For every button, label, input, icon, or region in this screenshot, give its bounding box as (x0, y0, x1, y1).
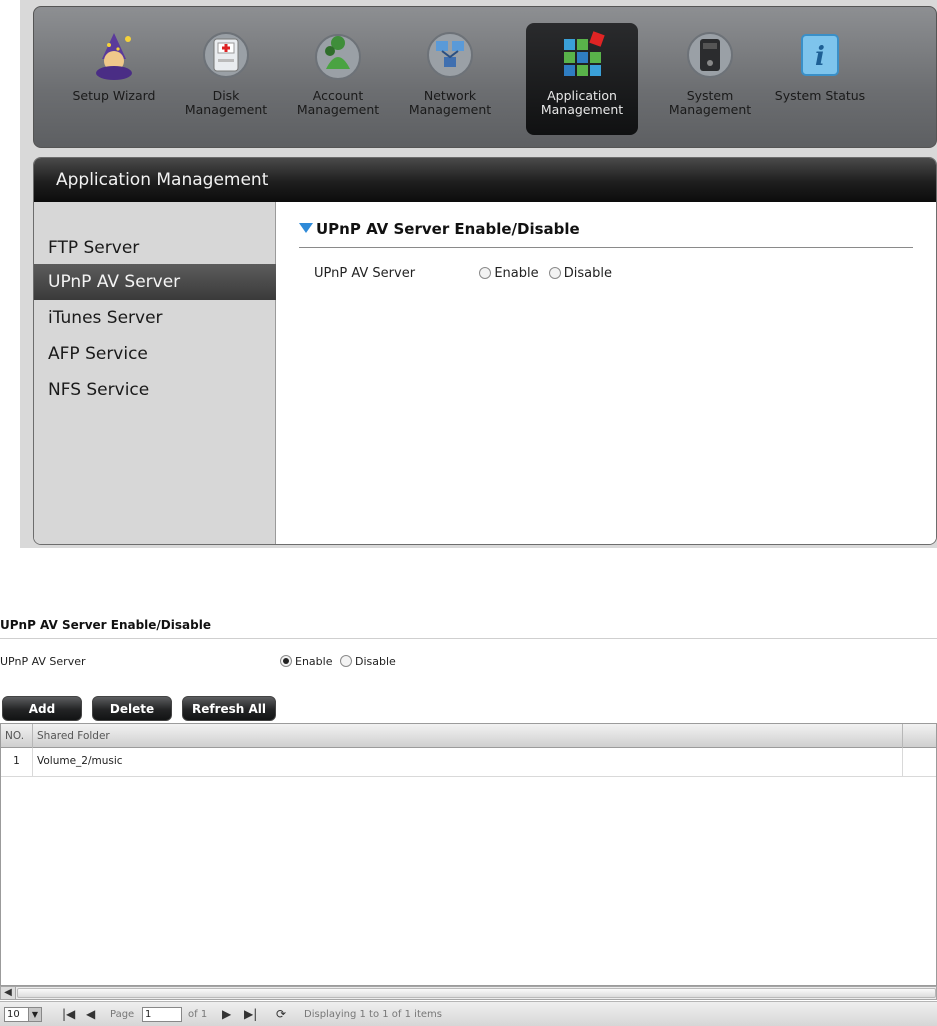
toolbar-label: Network Management (408, 88, 492, 117)
toolbar-item-network-management[interactable]: Network Management (394, 23, 506, 135)
panel-header: Application Management (34, 158, 936, 202)
table-header: NO. Shared Folder (1, 724, 936, 748)
divider (0, 638, 937, 639)
add-button[interactable]: Add (2, 696, 82, 721)
shared-folder-table: NO. Shared Folder 1 Volume_2/music (0, 723, 937, 986)
toolbar-label: Account Management (296, 88, 380, 117)
toolbar-label: Setup Wizard (72, 88, 156, 103)
svg-text:i: i (815, 42, 825, 72)
row-no-cell: 1 (1, 748, 33, 777)
info-icon: i (801, 34, 839, 76)
wizard-icon (96, 33, 132, 80)
toolbar-item-system-management[interactable]: System Management (654, 23, 766, 135)
page-size-value: 10 (7, 1009, 20, 1020)
application-icon (564, 31, 605, 76)
toolbar-item-account-management[interactable]: Account Management (282, 23, 394, 135)
delete-button[interactable]: Delete (92, 696, 172, 721)
first-page-icon[interactable]: |◀ (62, 1007, 75, 1021)
last-page-icon[interactable]: ▶| (244, 1007, 257, 1021)
toolbar-label: System Management (668, 88, 752, 117)
page-number-input[interactable]: 1 (142, 1007, 182, 1022)
detail-field-label: UPnP AV Server (0, 655, 86, 668)
scroll-thumb[interactable] (17, 988, 936, 998)
row-folder-cell: Volume_2/music (33, 748, 903, 777)
field-label: UPnP AV Server (314, 266, 416, 281)
detail-section-title: UPnP AV Server Enable/Disable (0, 618, 211, 632)
table-row[interactable]: 1 Volume_2/music (1, 748, 936, 777)
section-title-text: UPnP AV Server Enable/Disable (316, 220, 580, 238)
disable-radio[interactable] (548, 267, 561, 279)
section-title[interactable]: UPnP AV Server Enable/Disable (299, 220, 913, 248)
enable-label: Enable (494, 266, 539, 281)
enable-radio[interactable] (479, 267, 492, 279)
page-of-label: of 1 (188, 1009, 208, 1020)
side-menu: FTP Server UPnP AV Server iTunes Server … (34, 202, 276, 544)
menu-item-ftp-server[interactable]: FTP Server (34, 230, 276, 266)
toolbar-item-disk-management[interactable]: Disk Management (170, 23, 282, 135)
collapse-triangle-icon (299, 223, 313, 233)
table-pager: 10 ▼ |◀ ◀ Page 1 of 1 ▶ ▶| ⟳ Displaying … (0, 1001, 937, 1026)
network-icon (427, 32, 473, 78)
main-toolbar: Setup Wizard Disk Management Account Man… (33, 6, 937, 148)
disable-label: Disable (563, 266, 612, 281)
refresh-icon[interactable]: ⟳ (276, 1007, 286, 1021)
system-icon (687, 32, 733, 78)
upnp-field-row: UPnP AV Server Enable Disable (314, 266, 612, 281)
detail-disable-radio[interactable] (339, 655, 352, 667)
detail-disable-label: Disable (354, 655, 396, 668)
nas-admin-screenshot: Setup Wizard Disk Management Account Man… (20, 0, 937, 548)
toolbar-item-setup-wizard[interactable]: Setup Wizard (58, 23, 170, 135)
panel-content: UPnP AV Server Enable/Disable UPnP AV Se… (277, 202, 936, 544)
menu-item-afp-service[interactable]: AFP Service (34, 336, 276, 372)
panel-title: Application Management (56, 170, 269, 190)
toolbar-item-application-management[interactable]: Application Management (526, 23, 638, 135)
page-label: Page (110, 1009, 135, 1020)
page-size-select[interactable]: 10 ▼ (4, 1007, 42, 1022)
detail-enable-label: Enable (295, 655, 333, 668)
next-page-icon[interactable]: ▶ (222, 1007, 231, 1021)
menu-item-nfs-service[interactable]: NFS Service (34, 372, 276, 408)
admin-frame: Setup Wizard Disk Management Account Man… (20, 0, 937, 548)
horizontal-scrollbar[interactable]: ◀ (0, 986, 937, 1000)
account-icon (315, 34, 361, 80)
column-header-no[interactable]: NO. (1, 724, 33, 748)
toolbar-label: Disk Management (184, 88, 268, 117)
prev-page-icon[interactable]: ◀ (86, 1007, 95, 1021)
toolbar-label: System Status (774, 88, 866, 103)
disk-icon (203, 32, 249, 78)
refresh-all-button[interactable]: Refresh All (182, 696, 276, 721)
menu-item-itunes-server[interactable]: iTunes Server (34, 300, 276, 336)
application-management-panel: Application Management FTP Server UPnP A… (33, 157, 937, 545)
upnp-detail-screenshot: UPnP AV Server Enable/Disable UPnP AV Se… (0, 610, 937, 1026)
column-header-shared-folder[interactable]: Shared Folder (33, 724, 903, 748)
toolbar-label: Application Management (540, 88, 624, 117)
toolbar-item-system-status[interactable]: i System Status (764, 23, 876, 135)
detail-options: Enable Disable (280, 655, 396, 668)
pager-status: Displaying 1 to 1 of 1 items (304, 1009, 442, 1020)
detail-enable-radio[interactable] (280, 655, 292, 667)
menu-item-upnp-av-server[interactable]: UPnP AV Server (34, 264, 276, 300)
chevron-down-icon: ▼ (28, 1008, 41, 1021)
scroll-left-icon[interactable]: ◀ (1, 987, 16, 999)
